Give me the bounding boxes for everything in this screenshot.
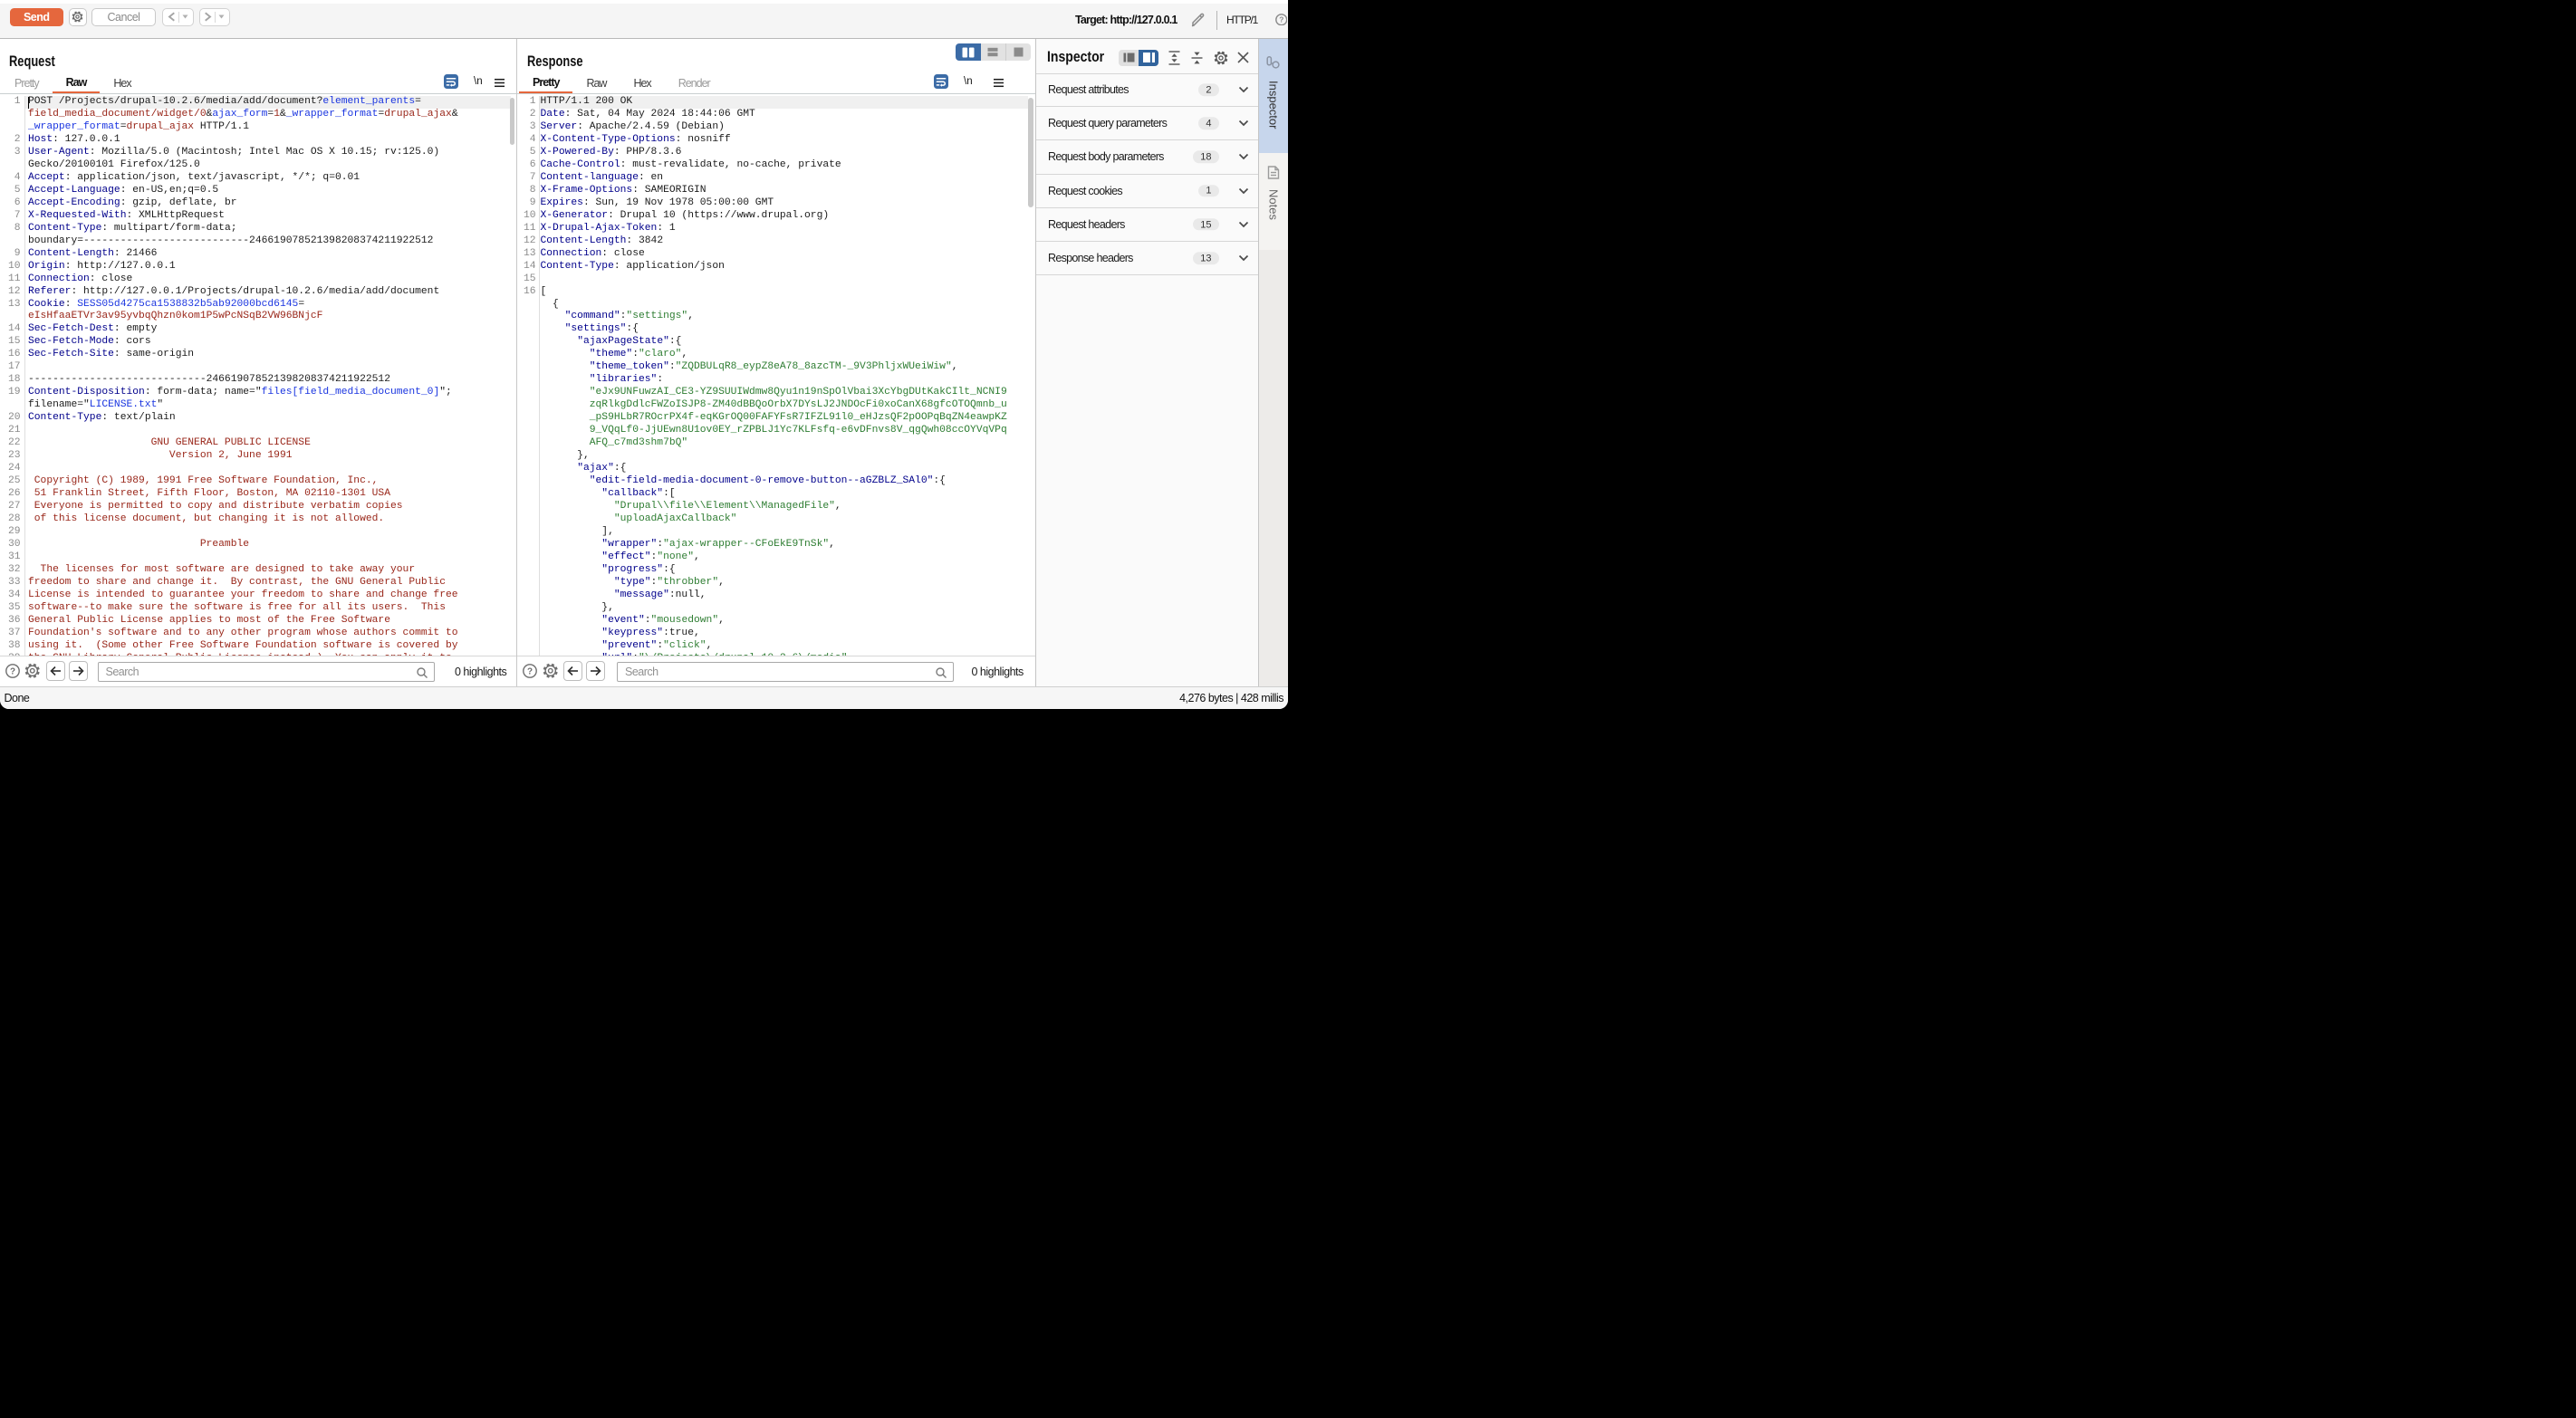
svg-text:?: ? — [9, 666, 14, 676]
svg-text:?: ? — [1279, 14, 1283, 24]
svg-text:?: ? — [527, 666, 533, 676]
